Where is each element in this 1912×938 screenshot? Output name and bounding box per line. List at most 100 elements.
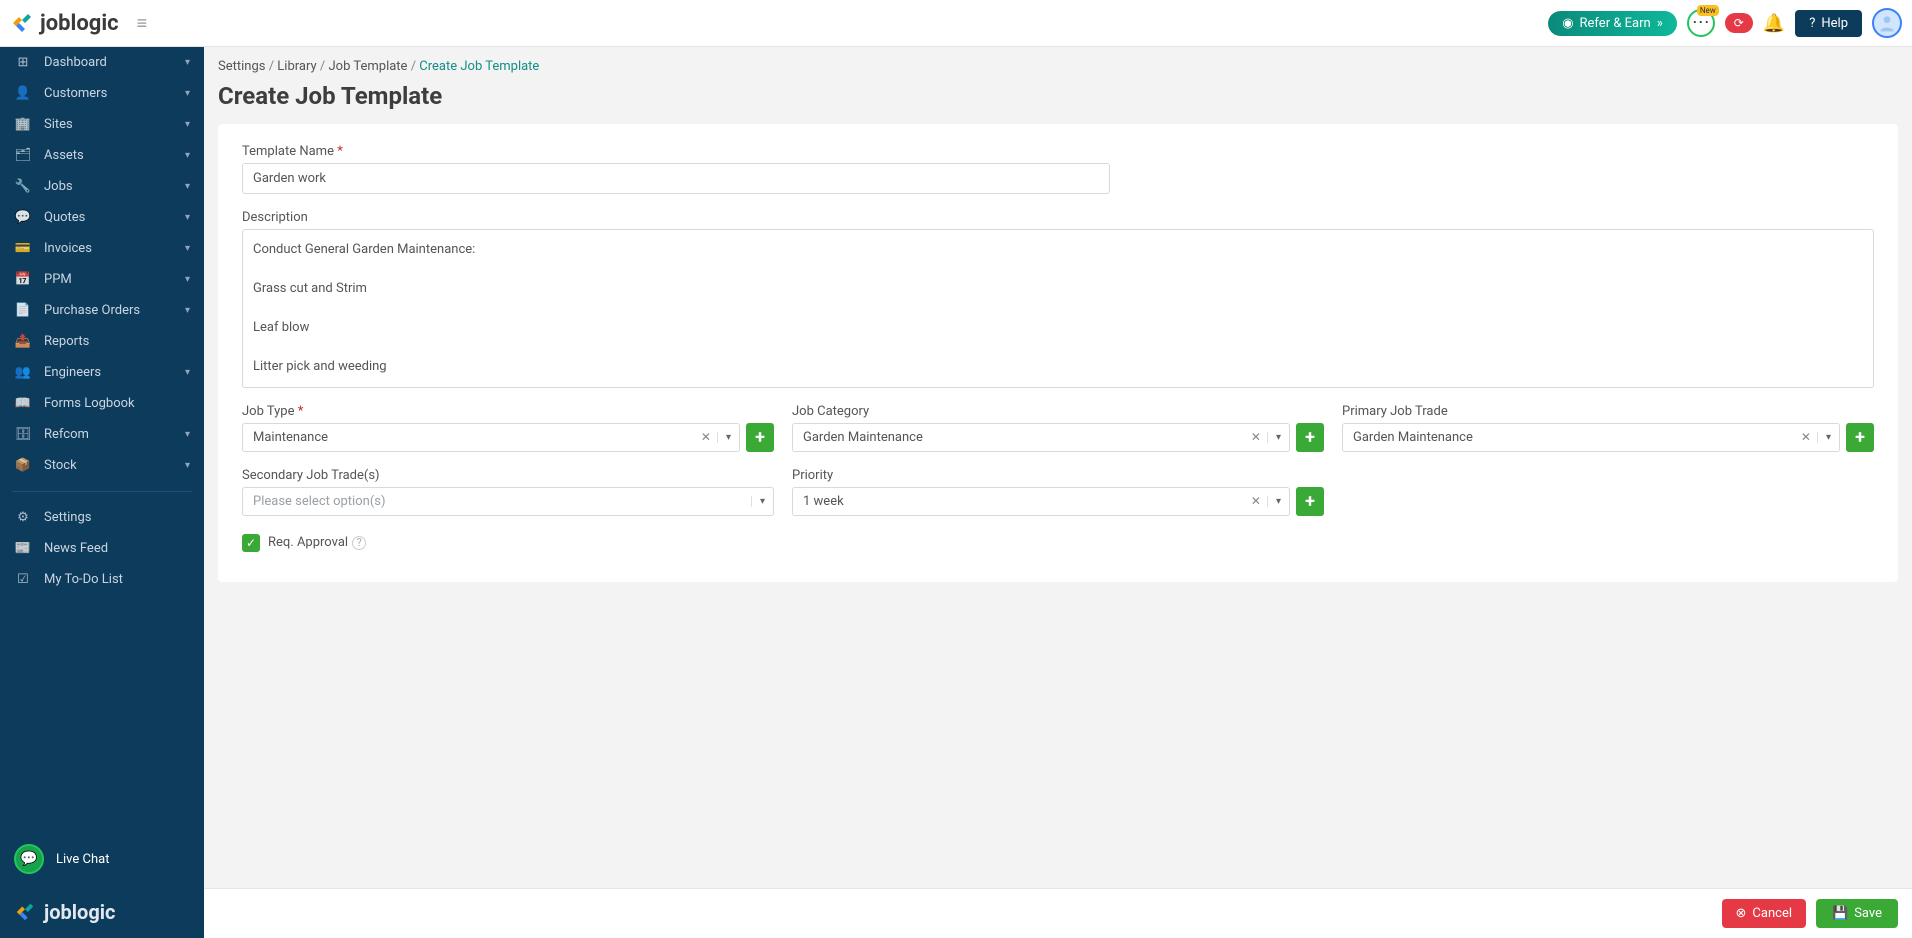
sidebar-item-assets[interactable]: 🗂Assets▾: [0, 140, 204, 171]
template-name-label: Template Name *: [242, 144, 1874, 159]
breadcrumb-job-template[interactable]: Job Template: [328, 59, 407, 74]
cancel-button[interactable]: ⊗ Cancel: [1722, 899, 1806, 928]
new-badge: New: [1697, 5, 1719, 16]
add-job-type-button[interactable]: +: [746, 423, 774, 452]
clear-icon[interactable]: ✕: [1245, 430, 1267, 444]
help-icon[interactable]: ?: [352, 536, 366, 550]
secondary-trade-select[interactable]: Please select option(s) ▾: [242, 487, 774, 516]
breadcrumb-library[interactable]: Library: [277, 59, 316, 74]
job-type-label: Job Type *: [242, 404, 774, 419]
chevron-down-icon[interactable]: ▾: [717, 432, 739, 443]
customers-icon: 👤: [14, 86, 32, 101]
refer-earn-button[interactable]: ◉ Refer & Earn »: [1548, 11, 1677, 36]
notifications-icon[interactable]: 🔔: [1763, 13, 1785, 34]
assets-icon: 🗂: [14, 148, 32, 163]
breadcrumb-settings[interactable]: Settings: [218, 59, 265, 74]
sidebar-item-label: Reports: [44, 334, 89, 349]
chevron-down-icon: ▾: [185, 243, 190, 254]
sidebar-item-quotes[interactable]: 💬Quotes▾: [0, 202, 204, 233]
sidebar-item-news-feed[interactable]: 📰News Feed: [0, 533, 204, 564]
secondary-trade-placeholder: Please select option(s): [243, 488, 751, 515]
footer-logo-icon: [14, 901, 36, 923]
cancel-icon: ⊗: [1736, 906, 1747, 921]
primary-trade-label: Primary Job Trade: [1342, 404, 1874, 419]
sidebar-item-forms-logbook[interactable]: 📖Forms Logbook: [0, 388, 204, 419]
top-right: ◉ Refer & Earn » ⋯ New ⟳ 🔔 ? Help: [1548, 8, 1902, 38]
job-category-select[interactable]: Garden Maintenance ✕ ▾: [792, 423, 1290, 452]
live-chat-button[interactable]: 💬 Live Chat: [0, 832, 204, 886]
form-card: Template Name * Description Conduct Gene…: [218, 124, 1898, 582]
sidebar-item-purchase-orders[interactable]: 📄Purchase Orders▾: [0, 295, 204, 326]
help-label: Help: [1821, 16, 1848, 31]
sidebar-item-stock[interactable]: 📦Stock▾: [0, 450, 204, 481]
secondary-trade-label: Secondary Job Trade(s): [242, 468, 774, 483]
add-job-category-button[interactable]: +: [1296, 423, 1324, 452]
whats-new-button[interactable]: ⋯ New: [1687, 9, 1715, 37]
refcom-icon: 🗄: [14, 427, 32, 442]
job-category-label: Job Category: [792, 404, 1324, 419]
sidebar-item-label: Settings: [44, 510, 91, 525]
sidebar-item-label: Quotes: [44, 210, 85, 225]
req-approval-checkbox[interactable]: ✓: [242, 534, 260, 552]
sidebar-item-label: Dashboard: [44, 55, 107, 70]
job-type-select[interactable]: Maintenance ✕ ▾: [242, 423, 740, 452]
add-priority-button[interactable]: +: [1296, 487, 1324, 516]
save-label: Save: [1854, 906, 1882, 921]
sidebar-item-ppm[interactable]: 📅PPM▾: [0, 264, 204, 295]
sidebar-item-refcom[interactable]: 🗄Refcom▾: [0, 419, 204, 450]
sidebar-item-customers[interactable]: 👤Customers▾: [0, 78, 204, 109]
clear-icon[interactable]: ✕: [1795, 430, 1817, 444]
clear-icon[interactable]: ✕: [695, 430, 717, 444]
sidebar-item-todo[interactable]: ☑ My To-Do List: [0, 564, 204, 595]
top-bar: joblogic ≡ ◉ Refer & Earn » ⋯ New ⟳ 🔔 ? …: [0, 0, 1912, 47]
priority-select[interactable]: 1 week ✕ ▾: [792, 487, 1290, 516]
brand-logo[interactable]: joblogic: [10, 11, 119, 36]
footer-bar: ⊗ Cancel 💾 Save: [204, 888, 1912, 938]
sync-status-button[interactable]: ⟳: [1725, 13, 1753, 33]
footer-brand-text: joblogic: [44, 900, 115, 924]
logo-icon: [10, 11, 34, 35]
clear-icon[interactable]: ✕: [1245, 494, 1267, 508]
nav-divider: [12, 491, 192, 492]
todo-icon: ☑: [14, 572, 32, 587]
user-avatar[interactable]: [1872, 8, 1902, 38]
chevron-down-icon: ▾: [185, 460, 190, 471]
chevron-down-icon[interactable]: ▾: [1267, 496, 1289, 507]
sidebar-item-label: Forms Logbook: [44, 396, 135, 411]
sidebar-item-settings[interactable]: ⚙ Settings: [0, 502, 204, 533]
jobs-icon: 🔧: [14, 179, 32, 194]
save-icon: 💾: [1832, 906, 1848, 921]
stock-icon: 📦: [14, 458, 32, 473]
chevron-down-icon[interactable]: ▾: [751, 496, 773, 507]
sidebar-item-label: Invoices: [44, 241, 92, 256]
add-primary-trade-button[interactable]: +: [1846, 423, 1874, 452]
save-button[interactable]: 💾 Save: [1816, 899, 1898, 928]
page-title: Create Job Template: [204, 78, 1912, 124]
sidebar-item-jobs[interactable]: 🔧Jobs▾: [0, 171, 204, 202]
sidebar-item-engineers[interactable]: 👥Engineers▾: [0, 357, 204, 388]
sidebar-item-reports[interactable]: 📤Reports: [0, 326, 204, 357]
invoices-icon: 💳: [14, 241, 32, 256]
sidebar-item-label: My To-Do List: [44, 572, 123, 587]
chevron-down-icon: ▾: [185, 181, 190, 192]
sidebar-item-label: Purchase Orders: [44, 303, 140, 318]
cancel-label: Cancel: [1752, 906, 1792, 921]
description-label: Description: [242, 210, 1874, 225]
primary-trade-select[interactable]: Garden Maintenance ✕ ▾: [1342, 423, 1840, 452]
description-textarea[interactable]: Conduct General Garden Maintenance: Gras…: [242, 229, 1874, 388]
engineers-icon: 👥: [14, 365, 32, 380]
menu-toggle-icon[interactable]: ≡: [137, 13, 148, 34]
settings-icon: ⚙: [14, 510, 32, 525]
sidebar-item-invoices[interactable]: 💳 Invoices ▾: [0, 233, 204, 264]
sidebar-item-sites[interactable]: 🏢Sites▾: [0, 109, 204, 140]
chevron-down-icon[interactable]: ▾: [1817, 432, 1839, 443]
sidebar-item-dashboard[interactable]: ⊞Dashboard▾: [0, 47, 204, 78]
template-name-input[interactable]: [242, 163, 1110, 194]
chevron-down-icon: ▾: [185, 274, 190, 285]
chevron-down-icon[interactable]: ▾: [1267, 432, 1289, 443]
job-category-value: Garden Maintenance: [793, 424, 1245, 451]
sidebar-nav: ⊞Dashboard▾ 👤Customers▾ 🏢Sites▾ 🗂Assets▾…: [0, 47, 204, 832]
chat-icon: 💬: [14, 844, 44, 874]
chevron-down-icon: ▾: [185, 305, 190, 316]
help-button[interactable]: ? Help: [1795, 10, 1862, 37]
